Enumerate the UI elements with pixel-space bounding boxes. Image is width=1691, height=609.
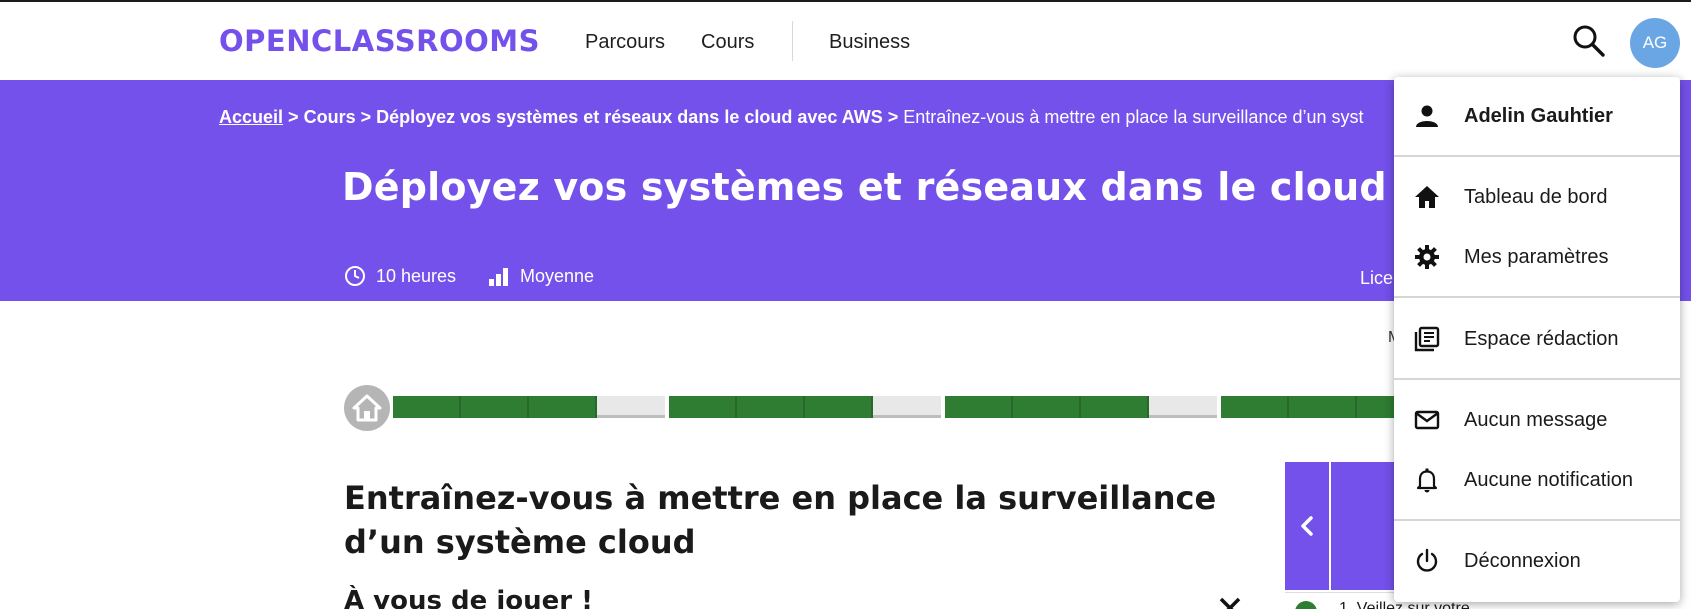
openclassrooms-logo[interactable]: OPENCLASSROOMS xyxy=(219,24,540,58)
menu-messages[interactable]: Aucun message xyxy=(1394,398,1680,442)
progress-segment-completed[interactable] xyxy=(1081,396,1149,418)
menu-item-label: Aucune notification xyxy=(1464,469,1634,491)
breadcrumb-home[interactable]: Accueil xyxy=(219,107,283,127)
section-heading: À vous de jouer ! xyxy=(344,586,593,609)
course-progress-bar xyxy=(393,396,1425,418)
home-icon xyxy=(1415,186,1439,208)
person-icon xyxy=(1416,105,1438,127)
menu-divider xyxy=(1394,519,1680,521)
nav-cours[interactable]: Cours xyxy=(701,30,754,54)
menu-item-label: Tableau de bord xyxy=(1464,186,1608,208)
breadcrumb-separator: > xyxy=(360,107,372,127)
menu-divider xyxy=(1394,155,1680,157)
menu-logout[interactable]: Déconnexion xyxy=(1394,539,1680,583)
progress-segment-completed[interactable] xyxy=(1289,396,1357,418)
progress-segment-completed[interactable] xyxy=(393,396,461,418)
user-dropdown-menu: Adelin Gauhtier Tableau de bord Mes para… xyxy=(1394,77,1680,602)
nav-business[interactable]: Business xyxy=(829,30,910,54)
course-duration: 10 heures xyxy=(344,265,456,287)
progress-segment-completed[interactable] xyxy=(737,396,805,418)
library-books-icon xyxy=(1414,326,1440,352)
license-label: Lice xyxy=(1360,268,1394,288)
progress-segment-completed[interactable] xyxy=(805,396,873,418)
menu-dashboard[interactable]: Tableau de bord xyxy=(1394,175,1680,219)
course-difficulty: Moyenne xyxy=(488,265,594,287)
site-header: OPENCLASSROOMS Parcours Cours Business A… xyxy=(0,2,1691,80)
completed-check-icon xyxy=(1295,601,1317,609)
progress-segment-pending[interactable] xyxy=(1149,396,1217,418)
course-title: Déployez vos systèmes et réseaux dans le… xyxy=(342,165,1500,209)
previous-chapter-button[interactable] xyxy=(1285,462,1329,590)
user-name: Adelin Gauhtier xyxy=(1464,105,1613,127)
gear-icon xyxy=(1415,245,1439,269)
menu-item-label: Espace rédaction xyxy=(1464,328,1619,350)
progress-segment-completed[interactable] xyxy=(529,396,597,418)
progress-segment-completed[interactable] xyxy=(1013,396,1081,418)
menu-item-label: Déconnexion xyxy=(1464,550,1581,572)
mail-icon xyxy=(1414,410,1440,430)
progress-segment-completed[interactable] xyxy=(669,396,737,418)
difficulty-bars-icon xyxy=(489,268,508,286)
power-icon xyxy=(1416,548,1438,572)
progress-segment-completed[interactable] xyxy=(1221,396,1289,418)
breadcrumb-separator: > xyxy=(887,107,899,127)
course-home-button[interactable] xyxy=(344,385,390,431)
chapter-title: Entraînez-vous à mettre en place la surv… xyxy=(344,479,1217,561)
menu-divider xyxy=(1394,378,1680,380)
bell-icon xyxy=(1416,468,1438,493)
close-icon[interactable] xyxy=(1216,594,1244,609)
duration-text: 10 heures xyxy=(376,266,457,286)
breadcrumb-current: Entraînez-vous à mettre en place la surv… xyxy=(903,107,1364,127)
menu-notifications[interactable]: Aucune notification xyxy=(1394,458,1680,502)
breadcrumb-separator: > xyxy=(288,107,299,127)
progress-segment-pending[interactable] xyxy=(873,396,941,418)
menu-item-label: Mes paramètres xyxy=(1464,246,1609,268)
nav-divider xyxy=(792,21,793,61)
difficulty-text: Moyenne xyxy=(520,266,595,286)
progress-segment-pending[interactable] xyxy=(597,396,665,418)
progress-segment-completed[interactable] xyxy=(461,396,529,418)
breadcrumb-course[interactable]: Déployez vos systèmes et réseaux dans le… xyxy=(376,107,883,127)
breadcrumb: Accueil > Cours > Déployez vos systèmes … xyxy=(219,106,1364,128)
menu-settings[interactable]: Mes paramètres xyxy=(1394,235,1680,279)
user-avatar[interactable]: AG xyxy=(1630,18,1680,68)
nav-parcours[interactable]: Parcours xyxy=(585,30,665,54)
menu-writing-space[interactable]: Espace rédaction xyxy=(1394,317,1680,361)
breadcrumb-courses[interactable]: Cours xyxy=(304,107,356,127)
house-icon xyxy=(352,394,382,422)
progress-segment-completed[interactable] xyxy=(945,396,1013,418)
menu-user-profile[interactable]: Adelin Gauhtier xyxy=(1394,94,1680,138)
search-icon[interactable] xyxy=(1572,24,1606,58)
menu-item-label: Aucun message xyxy=(1464,409,1608,431)
clock-icon xyxy=(345,266,365,286)
menu-divider xyxy=(1394,296,1680,298)
chevron-left-icon xyxy=(1301,516,1313,536)
